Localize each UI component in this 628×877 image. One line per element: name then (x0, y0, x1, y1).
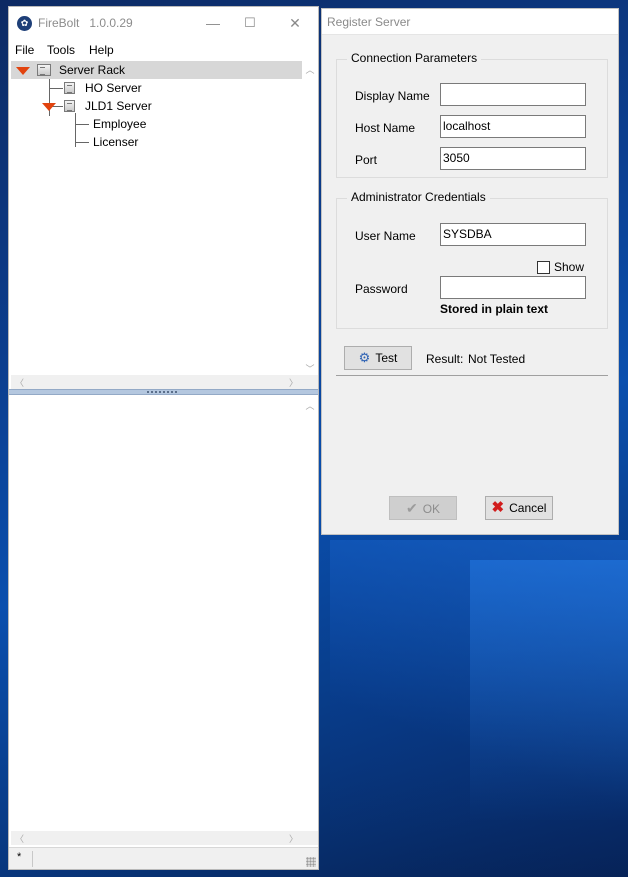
maximize-button[interactable]: ☐ (239, 13, 261, 33)
scroll-left-icon[interactable]: 〈 (15, 832, 24, 845)
tree-node-label: JLD1 Server (85, 99, 152, 113)
port-label: Port (355, 153, 378, 167)
scroll-right-icon[interactable]: 〉 (289, 832, 298, 845)
firebolt-app-icon: ✿ (17, 16, 32, 31)
tree-node-server-rack[interactable]: Server Rack (11, 61, 302, 79)
user-name-input[interactable]: SYSDBA (440, 223, 586, 246)
ok-button-label: OK (422, 502, 441, 516)
show-password-label[interactable]: Show (554, 260, 584, 274)
tree-node-licenser[interactable]: Licenser (11, 133, 302, 151)
desktop-light-ray (470, 560, 628, 820)
checkmark-icon: ✔ (405, 500, 418, 516)
tree-horizontal-scrollbar[interactable]: 〈 〉 (11, 375, 318, 389)
password-label: Password (355, 282, 408, 296)
group-legend: Administrator Credentials (347, 190, 490, 204)
menu-help[interactable]: Help (89, 43, 114, 57)
password-input[interactable] (440, 276, 586, 299)
tree-node-jld1-server[interactable]: JLD1 Server (11, 97, 302, 115)
test-button[interactable]: ⚙ Test (344, 346, 412, 370)
close-button[interactable]: ✕ (284, 13, 306, 33)
tree-node-label: HO Server (85, 81, 142, 95)
close-icon: ✕ (289, 15, 301, 31)
display-name-input[interactable] (440, 83, 586, 106)
cancel-button-label: Cancel (509, 501, 547, 515)
dialog-title[interactable]: Register Server (322, 9, 618, 35)
result-label: Result: (426, 352, 464, 366)
register-server-dialog: Register Server Connection Parameters Di… (321, 8, 619, 535)
separator (336, 375, 608, 376)
menubar: File Tools Help (9, 41, 318, 61)
statusbar: * (9, 847, 318, 869)
server-icon (64, 100, 75, 112)
user-name-label: User Name (355, 229, 416, 243)
gear-icon: ⚙ (358, 350, 371, 365)
tree-node-label: Server Rack (59, 63, 126, 77)
cancel-button[interactable]: ✖ Cancel (485, 496, 553, 520)
tree-vertical-scrollbar[interactable]: ︿ ﹀ (302, 61, 318, 377)
expand-arrow-icon[interactable] (16, 67, 30, 75)
ok-button[interactable]: ✔ OK (389, 496, 457, 520)
scroll-left-icon[interactable]: 〈 (15, 376, 24, 389)
port-input[interactable]: 3050 (440, 147, 586, 170)
menu-file[interactable]: File (15, 43, 34, 57)
red-x-icon: ✖ (491, 499, 505, 516)
scroll-down-icon[interactable]: ﹀ (302, 362, 318, 375)
group-legend: Connection Parameters (347, 51, 482, 65)
pane-splitter[interactable] (9, 389, 318, 395)
tree-node-employee[interactable]: Employee (11, 115, 302, 133)
app-title: FireBolt 1.0.0.29 (38, 16, 133, 30)
detail-vertical-scrollbar[interactable]: ︿ ﹀ (302, 397, 318, 845)
result-value: Not Tested (468, 352, 526, 366)
show-password-checkbox[interactable] (537, 261, 550, 274)
resize-grip-icon[interactable] (306, 857, 316, 867)
tree-node-ho-server[interactable]: HO Server (11, 79, 302, 97)
host-name-input[interactable]: localhost (440, 115, 586, 138)
server-icon (64, 82, 75, 94)
scroll-right-icon[interactable]: 〉 (289, 376, 298, 389)
tree-node-label: Licenser (93, 135, 139, 149)
splitter-grip-icon (147, 391, 177, 393)
app-version: 1.0.0.29 (89, 16, 133, 30)
scroll-up-icon[interactable]: ︿ (302, 399, 318, 412)
firebolt-main-window: ✿ FireBolt 1.0.0.29 — ☐ ✕ File Tools Hel… (8, 6, 319, 870)
host-name-label: Host Name (355, 121, 416, 135)
maximize-icon: ☐ (244, 15, 256, 30)
minimize-button[interactable]: — (202, 13, 224, 33)
display-name-label: Display Name (355, 89, 430, 103)
minimize-icon: — (206, 15, 220, 31)
tree-node-label: Employee (93, 117, 147, 131)
detail-pane[interactable]: ︿ ﹀ (11, 397, 318, 845)
app-name: FireBolt (38, 16, 80, 30)
plain-text-warning: Stored in plain text (440, 302, 549, 316)
server-rack-icon (37, 64, 51, 76)
expand-arrow-icon[interactable] (42, 103, 56, 111)
menu-tools[interactable]: Tools (47, 43, 75, 57)
main-titlebar[interactable]: ✿ FireBolt 1.0.0.29 — ☐ ✕ (9, 7, 318, 39)
scroll-up-icon[interactable]: ︿ (302, 63, 318, 76)
status-indicator: * (11, 851, 33, 867)
server-tree[interactable]: Server Rack HO Server JLD1 Server Employ… (11, 61, 318, 377)
detail-horizontal-scrollbar[interactable]: 〈 〉 (11, 831, 318, 845)
test-button-label: Test (375, 351, 398, 365)
